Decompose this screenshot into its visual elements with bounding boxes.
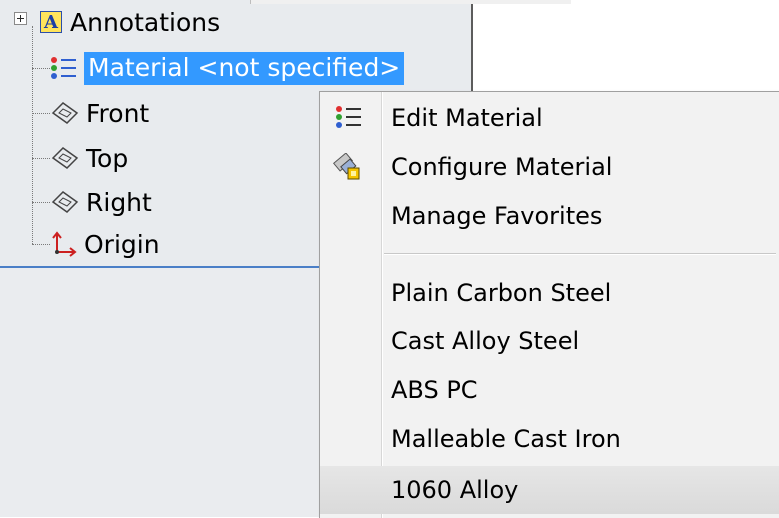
menu-item-1060-alloy[interactable]: 1060 Alloy — [320, 466, 779, 514]
tree-connector-line — [32, 113, 50, 114]
tree-item-top[interactable]: Top — [50, 140, 128, 176]
origin-icon — [52, 231, 77, 257]
tree-connector-line — [32, 202, 50, 203]
menu-item-label: 1060 Alloy — [391, 476, 519, 504]
tree-item-label: Material <not specified> — [84, 51, 405, 85]
tree-item-label: Annotations — [70, 7, 221, 37]
menu-item-manage-favorites[interactable]: Manage Favorites — [320, 192, 779, 240]
context-menu: Edit Material Configure Material Manage … — [319, 91, 779, 518]
menu-item-edit-material[interactable]: Edit Material — [320, 94, 779, 142]
menu-item-label: Malleable Cast Iron — [391, 425, 621, 453]
menu-item-label: Cast Alloy Steel — [391, 327, 580, 355]
material-icon — [336, 106, 361, 128]
tree-item-label: Origin — [84, 229, 160, 259]
menu-separator — [384, 253, 776, 255]
menu-item-plain-carbon-steel[interactable]: Plain Carbon Steel — [320, 269, 779, 317]
tree-item-origin[interactable]: Origin — [50, 226, 160, 262]
menu-item-label: ABS PC — [391, 376, 478, 404]
menu-item-label: Plain Carbon Steel — [391, 279, 612, 307]
plane-icon — [51, 191, 79, 213]
plane-icon — [51, 147, 79, 169]
tree-item-label: Front — [86, 98, 150, 128]
tree-item-material[interactable]: Material <not specified> — [48, 50, 405, 86]
tree-item-label: Right — [86, 187, 152, 217]
menu-item-abs-pc[interactable]: ABS PC — [320, 366, 779, 414]
tree-item-right[interactable]: Right — [50, 184, 152, 220]
expand-icon[interactable] — [14, 12, 27, 25]
menu-item-malleable-cast-iron[interactable]: Malleable Cast Iron — [320, 415, 779, 463]
configure-material-icon — [333, 153, 360, 180]
menu-item-configure-material[interactable]: Configure Material — [320, 143, 779, 191]
tree-item-label: Top — [86, 143, 129, 173]
menu-item-label: Configure Material — [391, 153, 613, 181]
menu-item-cast-alloy-steel[interactable]: Cast Alloy Steel — [320, 317, 779, 365]
material-icon — [51, 57, 76, 79]
tree-item-annotations[interactable]: A Annotations — [40, 4, 220, 40]
tree-connector-line — [32, 26, 33, 244]
tree-item-front[interactable]: Front — [50, 95, 149, 131]
tree-connector-line — [32, 158, 50, 159]
menu-item-label: Edit Material — [391, 104, 543, 132]
menu-item-label: Manage Favorites — [391, 202, 603, 230]
tree-header-strip — [250, 0, 571, 4]
annotations-icon: A — [40, 11, 62, 33]
tree-connector-line — [32, 244, 50, 245]
plane-icon — [51, 102, 79, 124]
